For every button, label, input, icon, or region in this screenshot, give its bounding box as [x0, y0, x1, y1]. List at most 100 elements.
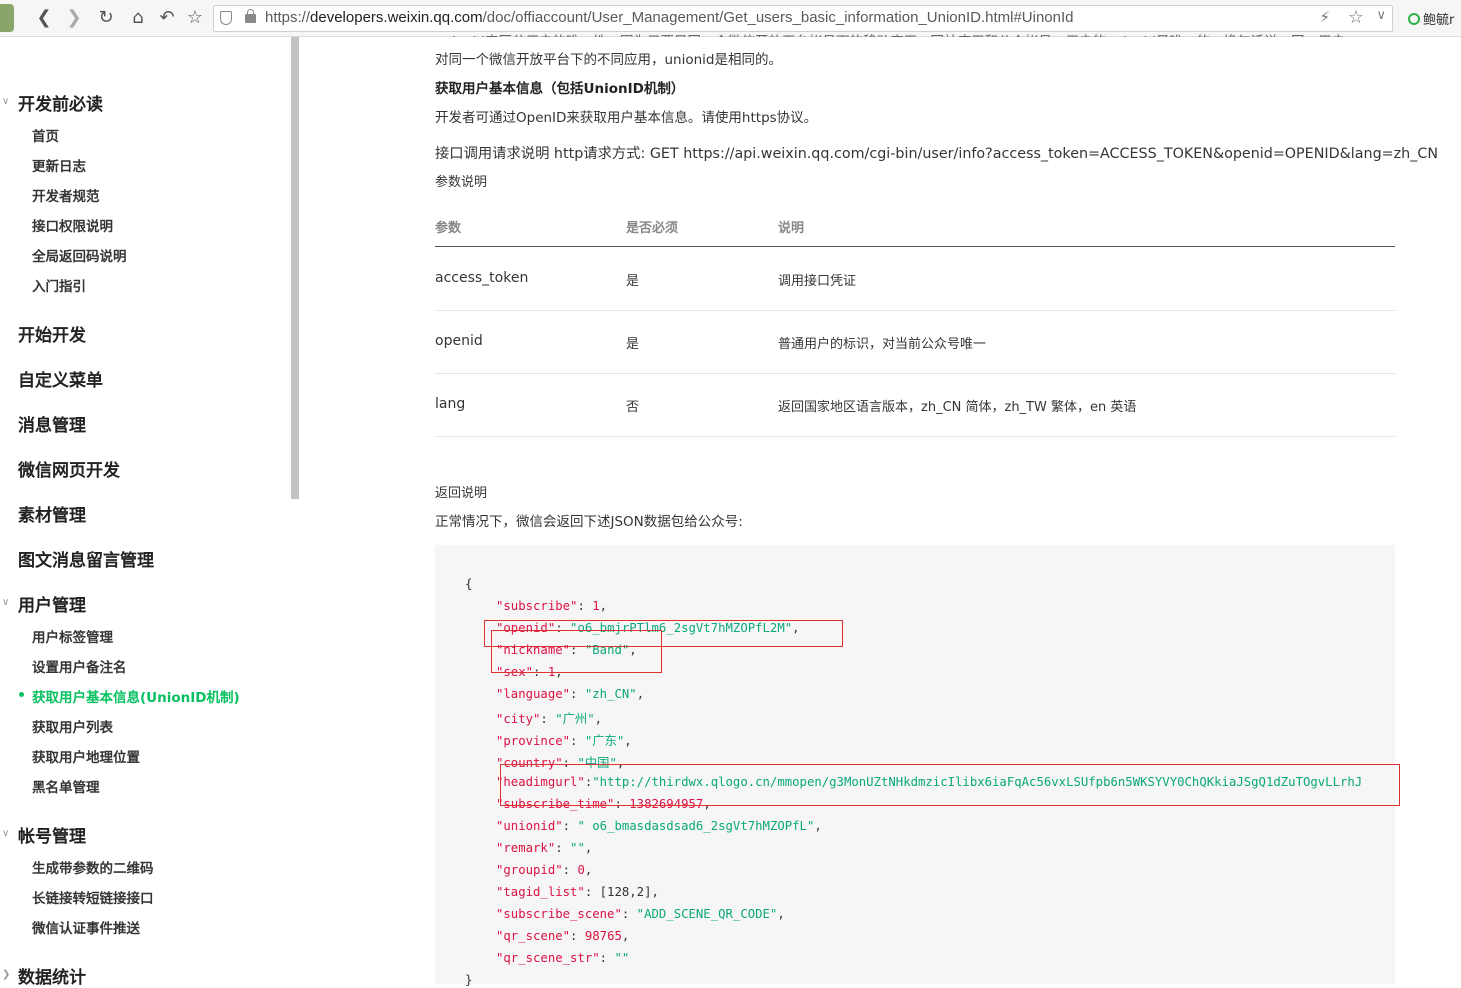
request-description: 接口调用请求说明 http请求方式: GET https://api.weixi…	[435, 146, 1439, 162]
sidebar-section[interactable]: 数据统计	[18, 963, 86, 988]
home-icon[interactable]: ⌂	[127, 7, 149, 29]
table-cell: access_token	[435, 270, 529, 286]
sidebar-item[interactable]: 微信认证事件推送	[32, 917, 140, 937]
json-comma: ,	[599, 599, 608, 613]
sidebar-section[interactable]: 图文消息留言管理	[18, 546, 154, 571]
code-line: "remark": "",	[496, 841, 592, 855]
sidebar-scrollbar[interactable]	[291, 37, 299, 499]
description: 开发者可通过OpenID来获取用户基本信息。请使用https协议。	[435, 110, 818, 126]
annotation-box-headimgurl	[500, 764, 1400, 806]
code-line: "tagid_list": [128,2],	[496, 885, 659, 899]
json-colon: :	[599, 951, 615, 965]
json-key: "subscribe"	[496, 599, 578, 613]
intro-text-cut: unionid来区分用户的唯一性，因为只要是同一个微信开放平台帐号下的移动应用、…	[435, 30, 1390, 37]
sidebar-item[interactable]: 接口权限说明	[32, 215, 113, 235]
sidebar-section[interactable]: 素材管理	[18, 501, 86, 526]
json-key: "qr_scene"	[496, 929, 571, 943]
sidebar-item[interactable]: 更新日志	[32, 155, 86, 175]
profile-avatar[interactable]	[0, 4, 14, 32]
json-key: "province"	[496, 734, 571, 748]
favorite-icon[interactable]: ☆	[1348, 7, 1364, 28]
row-divider	[435, 373, 1395, 374]
code-line: {	[465, 577, 472, 591]
json-value: 0	[577, 863, 585, 877]
json-key: "qr_scene_str"	[496, 951, 600, 965]
sidebar-item-active[interactable]: 获取用户基本信息(UnionID机制)	[32, 686, 240, 706]
json-value: "zh_CN"	[584, 687, 637, 701]
lightning-icon[interactable]: ⚡	[1319, 8, 1330, 26]
json-value: "广州"	[555, 712, 595, 726]
params-title: 参数说明	[435, 175, 488, 190]
back-icon[interactable]: ❮	[33, 7, 55, 29]
lock-icon	[245, 9, 256, 23]
undo-icon[interactable]: ↶	[156, 7, 178, 29]
sidebar-section[interactable]: 自定义菜单	[18, 366, 103, 391]
sidebar-section[interactable]: 微信网页开发	[18, 456, 120, 481]
sidebar-section[interactable]: 开发前必读	[18, 90, 103, 115]
table-cell: 是	[626, 337, 640, 352]
sidebar-item[interactable]: 生成带参数的二维码	[32, 857, 154, 877]
annotation-box-nickname	[491, 630, 662, 673]
sidebar-item[interactable]: 首页	[32, 125, 59, 145]
code-line: "unionid": " o6_bmasdasdsad6_2sgVt7hMZOP…	[496, 819, 822, 833]
reload-icon[interactable]: ↻	[95, 7, 117, 29]
extension-button[interactable]: 鲍毓r	[1408, 9, 1454, 28]
json-comma: ,	[594, 712, 603, 726]
search-icon	[1408, 13, 1420, 25]
json-colon: :	[562, 819, 578, 833]
url-text[interactable]: https://developers.weixin.qq.com/doc/off…	[265, 9, 1074, 26]
json-value: "ADD_SCENE_QR_CODE"	[636, 907, 778, 921]
json-colon: :	[570, 687, 585, 701]
code-line: "city": "广州",	[496, 709, 602, 727]
json-colon: :	[584, 885, 600, 899]
sidebar-item[interactable]: 设置用户备注名	[32, 656, 127, 676]
caret-icon: ∨	[2, 96, 10, 107]
json-comma: ,	[584, 863, 593, 877]
json-comma: ,	[584, 841, 593, 855]
json-value: 98765	[584, 929, 622, 943]
sidebar-item[interactable]: 用户标签管理	[32, 626, 113, 646]
intro-text: 对同一个微信开放平台下的不同应用，unionid是相同的。	[435, 52, 782, 68]
json-colon: :	[621, 907, 637, 921]
sidebar-section[interactable]: 消息管理	[18, 411, 86, 436]
chevron-down-icon[interactable]: ∨	[1376, 8, 1386, 23]
bookmark-star-icon[interactable]: ☆	[184, 7, 206, 29]
sidebar-item[interactable]: 开发者规范	[32, 185, 100, 205]
table-header: 是否必须	[626, 221, 679, 236]
table-header: 参数	[435, 221, 462, 236]
row-divider	[435, 310, 1395, 311]
forward-icon[interactable]: ❯	[63, 7, 85, 29]
code-line: "province": "广东",	[496, 731, 632, 749]
shield-icon[interactable]	[220, 11, 232, 25]
json-key: "city"	[496, 712, 541, 726]
sidebar-section[interactable]: 用户管理	[18, 591, 86, 616]
sidebar-item[interactable]: 获取用户地理位置	[32, 746, 140, 766]
caret-icon: ❯	[2, 969, 11, 980]
json-key: "subscribe_scene"	[496, 907, 622, 921]
code-line: "language": "zh_CN",	[496, 687, 644, 701]
json-comma: ,	[621, 929, 630, 943]
json-value: ""	[614, 951, 630, 965]
address-bar[interactable]: https://developers.weixin.qq.com/doc/off…	[213, 5, 1393, 32]
sidebar-item[interactable]: 获取用户列表	[32, 716, 113, 736]
sidebar-section[interactable]: 开始开发	[18, 321, 86, 346]
json-key: "language"	[496, 687, 571, 701]
sidebar-item[interactable]: 长链接转短链接接口	[32, 887, 154, 907]
sidebar-item[interactable]: 入门指引	[32, 275, 86, 295]
json-value: " o6_bmasdasdsad6_2sgVt7hMZOPfL"	[577, 819, 815, 833]
table-cell: openid	[435, 333, 483, 349]
sidebar-section[interactable]: 帐号管理	[18, 822, 86, 847]
sidebar-item[interactable]: 黑名单管理	[32, 776, 100, 796]
table-cell: 调用接口凭证	[778, 274, 857, 289]
json-key: "unionid"	[496, 819, 563, 833]
table-cell: 普通用户的标识，对当前公众号唯一	[778, 337, 987, 352]
caret-icon: ∨	[2, 828, 10, 839]
json-key: "remark"	[496, 841, 556, 855]
json-comma: ,	[777, 907, 785, 921]
json-comma: ,	[636, 687, 645, 701]
json-value: [128,2]	[599, 885, 652, 899]
code-line: "groupid": 0,	[496, 863, 592, 877]
code-line: "qr_scene_str": ""	[496, 951, 629, 965]
table-header: 说明	[778, 221, 805, 236]
sidebar-item[interactable]: 全局返回码说明	[32, 245, 127, 265]
